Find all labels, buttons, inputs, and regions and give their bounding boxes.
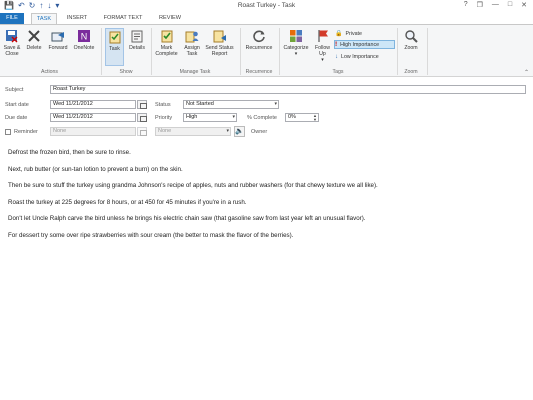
- save-close-button[interactable]: Save & Close: [2, 29, 22, 57]
- status-label: Status: [155, 102, 171, 108]
- tab-insert[interactable]: INSERT: [62, 13, 92, 24]
- recurrence-button[interactable]: Recurrence: [242, 29, 276, 51]
- private-button[interactable]: 🔒 Private: [335, 29, 393, 38]
- send-status-report-button[interactable]: Send Status Report: [203, 29, 236, 57]
- notes-paragraph: Roast the turkey at 225 degrees for 8 ho…: [8, 198, 247, 206]
- collapse-ribbon-icon[interactable]: ⌃: [524, 69, 529, 76]
- due-date-calendar-icon[interactable]: [137, 113, 147, 122]
- reminder-calendar-icon[interactable]: [137, 127, 147, 136]
- tab-review[interactable]: REVIEW: [155, 13, 185, 24]
- mark-complete-button[interactable]: Mark Complete: [153, 29, 180, 57]
- send-status-icon: [213, 30, 226, 43]
- notes-paragraph: For dessert try some over ripe strawberr…: [8, 231, 294, 239]
- due-date-label: Due date: [5, 115, 28, 121]
- chevron-down-icon: ▾: [321, 57, 324, 63]
- low-importance-button[interactable]: ↓ Low Importance: [335, 52, 393, 61]
- delete-button[interactable]: Delete: [24, 29, 44, 51]
- task-view-button[interactable]: Task: [105, 28, 124, 66]
- tab-format-text[interactable]: FORMAT TEXT: [99, 13, 147, 24]
- group-label-actions: Actions: [40, 69, 58, 75]
- group-label-recurrence: Recurrence: [245, 69, 273, 75]
- magnifier-icon: [405, 30, 418, 43]
- group-separator: [151, 28, 152, 75]
- ribbon-display-icon[interactable]: ❐: [477, 1, 483, 9]
- title-bar: 💾 ↶ ↻ ↑ ↓ ▾ Roast Turkey - Task ? ❐ — □ …: [0, 0, 533, 13]
- percent-complete-label: % Complete: [247, 115, 277, 121]
- subject-field[interactable]: Roast Turkey: [50, 85, 526, 94]
- recurrence-icon: [253, 30, 265, 43]
- group-separator: [101, 28, 102, 75]
- categorize-icon: [290, 30, 302, 42]
- start-date-field[interactable]: Wed 11/21/2012: [50, 100, 136, 109]
- ribbon: Save & Close Delete Forward N OneNote Ac…: [0, 24, 533, 77]
- status-select[interactable]: Not Started ▾: [183, 100, 279, 109]
- lock-icon: 🔒: [335, 31, 343, 37]
- group-separator: [240, 28, 241, 75]
- help-icon[interactable]: ?: [464, 1, 468, 9]
- group-separator: [397, 28, 398, 75]
- spinner-icon[interactable]: ▲ ▼: [313, 114, 317, 122]
- group-label-zoom: Zoom: [404, 69, 418, 75]
- notes-paragraph: Next, rub butter (or sun-tan lotion to p…: [8, 165, 183, 173]
- follow-up-button[interactable]: Follow Up ▾: [312, 29, 333, 63]
- reminder-checkbox[interactable]: [5, 129, 11, 135]
- chevron-down-icon: ▾: [274, 101, 277, 107]
- group-label-manage-task: Manage Task: [179, 69, 211, 75]
- owner-label: Owner: [251, 129, 268, 135]
- window-title: Roast Turkey - Task: [237, 2, 296, 9]
- chevron-down-icon: ▾: [226, 128, 229, 134]
- flag-icon: [317, 30, 328, 42]
- details-icon: [131, 30, 143, 43]
- task-form: Subject Roast Turkey Start date Wed 11/2…: [0, 78, 533, 138]
- minimize-icon[interactable]: —: [492, 1, 499, 9]
- priority-label: Priority: [155, 115, 173, 121]
- onenote-button[interactable]: N OneNote: [71, 29, 97, 51]
- notes-paragraph: Don't let Uncle Ralph carve the bird unl…: [8, 215, 366, 223]
- window-controls: ? ❐ — □ ✕: [464, 1, 527, 9]
- task-notes[interactable]: Defrost the frozen bird, then be sure to…: [8, 149, 523, 249]
- chevron-down-icon: ▾: [232, 114, 235, 120]
- group-label-show: Show: [119, 69, 133, 75]
- notes-paragraph: Then be sure to stuff the turkey using g…: [8, 182, 378, 190]
- forward-icon: [51, 32, 64, 42]
- details-button[interactable]: Details: [126, 29, 148, 51]
- task-clipboard-icon: [109, 31, 120, 44]
- forward-button[interactable]: Forward: [46, 29, 70, 51]
- svg-text:N: N: [81, 32, 88, 42]
- reminder-label: Reminder: [14, 129, 38, 135]
- onenote-icon: N: [78, 30, 90, 42]
- down-arrow-icon: ↓: [335, 53, 338, 60]
- close-icon[interactable]: ✕: [521, 1, 527, 9]
- zoom-button[interactable]: Zoom: [400, 29, 422, 51]
- chevron-down-icon: ▾: [294, 51, 298, 57]
- group-separator: [427, 28, 428, 75]
- reminder-date-field[interactable]: None: [50, 127, 136, 136]
- reminder-sound-icon[interactable]: 🔈: [234, 126, 245, 137]
- mark-complete-icon: [161, 30, 172, 43]
- delete-icon: [28, 30, 40, 42]
- exclamation-icon: !: [335, 41, 338, 48]
- percent-complete-field[interactable]: 0% ▲ ▼: [285, 113, 319, 122]
- maximize-icon[interactable]: □: [508, 1, 512, 9]
- due-date-field[interactable]: Wed 11/21/2012: [50, 113, 136, 122]
- assign-task-button[interactable]: Assign Task: [182, 29, 202, 57]
- categorize-button[interactable]: Categorize ▾: [281, 29, 311, 57]
- start-date-label: Start date: [5, 102, 29, 108]
- high-importance-button[interactable]: ! High Importance: [334, 40, 395, 49]
- assign-task-icon: [185, 31, 199, 43]
- start-date-calendar-icon[interactable]: [137, 100, 147, 109]
- priority-select[interactable]: High ▾: [183, 113, 237, 122]
- subject-label: Subject: [5, 87, 24, 93]
- ribbon-tabs: FILE TASK INSERT FORMAT TEXT REVIEW: [0, 13, 533, 25]
- group-label-tags: Tags: [332, 69, 344, 75]
- notes-paragraph: Defrost the frozen bird, then be sure to…: [8, 149, 131, 156]
- reminder-time-select[interactable]: None ▾: [155, 127, 231, 136]
- tab-file[interactable]: FILE: [0, 13, 24, 24]
- group-separator: [279, 28, 280, 75]
- save-close-icon: [6, 30, 18, 43]
